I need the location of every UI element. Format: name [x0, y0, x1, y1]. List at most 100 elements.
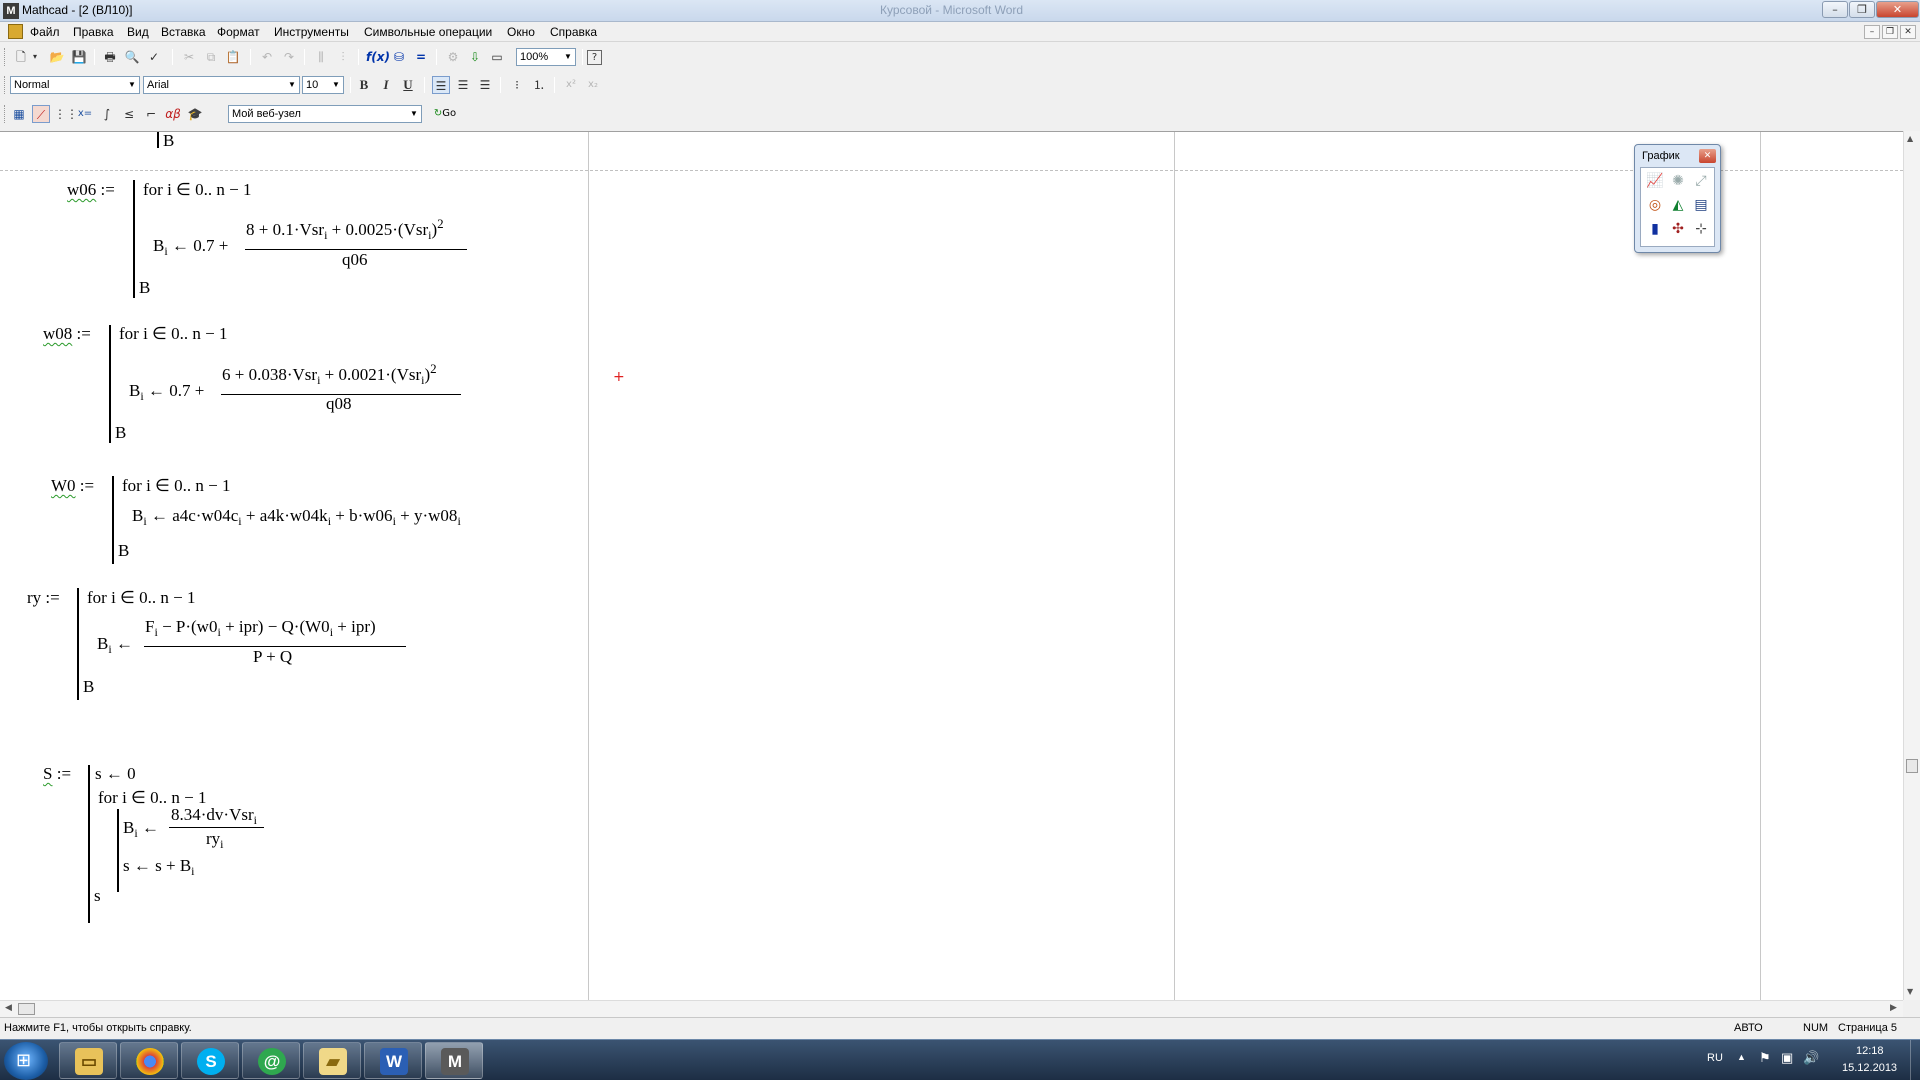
help-icon[interactable]: ?: [587, 50, 602, 65]
symbolic-palette-icon[interactable]: 🎓: [186, 105, 204, 123]
doc-restore-button[interactable]: ❐: [1882, 25, 1898, 39]
toolbar-grip[interactable]: [4, 76, 7, 94]
align-left-icon[interactable]: ☰: [432, 76, 450, 94]
horizontal-scroll-thumb[interactable]: [18, 1003, 35, 1015]
insert-function-icon[interactable]: f(x): [366, 48, 390, 66]
calculus-palette-icon[interactable]: ∫: [98, 105, 116, 123]
new-icon[interactable]: 🗋: [12, 48, 30, 66]
menu-help[interactable]: Справка: [550, 25, 597, 39]
menu-tools[interactable]: Инструменты: [274, 25, 349, 39]
language-indicator[interactable]: RU: [1707, 1052, 1723, 1064]
horizontal-scrollbar[interactable]: ◀ ▶: [0, 1000, 1903, 1017]
menu-symbolics[interactable]: Символьные операции: [364, 25, 492, 39]
insert-region-icon[interactable]: ▭: [488, 48, 506, 66]
font-size-combo[interactable]: 10 ▼: [302, 76, 344, 94]
taskbar-mail-agent[interactable]: @: [242, 1042, 300, 1079]
boolean-palette-icon[interactable]: ≤: [120, 105, 138, 123]
menu-view[interactable]: Вид: [127, 25, 149, 39]
menu-edit[interactable]: Правка: [73, 25, 114, 39]
web-address-combo[interactable]: Мой веб-узел ▼: [228, 105, 422, 123]
close-button[interactable]: ✕: [1876, 1, 1919, 18]
restore-button[interactable]: ❐: [1849, 1, 1875, 18]
tray-date[interactable]: 15.12.2013: [1842, 1062, 1897, 1074]
polar-graph-icon[interactable]: ◎: [1646, 196, 1664, 214]
scatter-plot-icon[interactable]: ✣: [1669, 220, 1687, 238]
xy-plot-icon[interactable]: 📈: [1646, 172, 1664, 190]
scroll-right-icon[interactable]: ▶: [1890, 1003, 1897, 1013]
bold-button[interactable]: B: [355, 76, 373, 94]
menu-format[interactable]: Формат: [217, 25, 260, 39]
menu-file[interactable]: Файл: [30, 25, 60, 39]
minimize-button[interactable]: –: [1822, 1, 1848, 18]
taskbar-explorer-pinned[interactable]: ▭: [59, 1042, 117, 1079]
matrix-palette-icon[interactable]: ⋮⋮: [54, 105, 78, 123]
numbering-icon[interactable]: ⒈: [530, 76, 548, 94]
print-preview-icon[interactable]: 🔍: [123, 48, 141, 66]
doc-close-button[interactable]: ✕: [1900, 25, 1916, 39]
underline-button[interactable]: U: [399, 76, 417, 94]
align-center-icon[interactable]: ☰: [454, 76, 472, 94]
volume-icon[interactable]: 🔊: [1803, 1050, 1819, 1066]
programming-palette-icon[interactable]: ⌐: [142, 105, 160, 123]
subscript-icon[interactable]: x₂: [584, 76, 602, 94]
taskbar-windows-explorer[interactable]: ▰: [303, 1042, 361, 1079]
worksheet[interactable]: B w06 := for i ∈ 0.. n − 1 Bi ← 0.7 + 8 …: [0, 131, 1903, 1000]
spell-check-icon[interactable]: ✓: [145, 48, 163, 66]
cut-icon[interactable]: ✂: [180, 48, 198, 66]
graph-palette[interactable]: График ✕ 📈 ✺ ⤢ ◎ ◭ ▤ ▮ ✣ ⊹: [1634, 144, 1721, 253]
menu-window[interactable]: Окно: [507, 25, 535, 39]
calculate-icon[interactable]: =: [412, 48, 430, 66]
vector-field-icon[interactable]: ⊹: [1692, 220, 1710, 238]
document-icon[interactable]: [8, 24, 23, 39]
graph-palette-icon[interactable]: ⟋: [32, 105, 50, 123]
action-center-flag-icon[interactable]: ⚑: [1759, 1050, 1771, 1066]
zoom-plot-icon[interactable]: ⤢: [1692, 172, 1710, 190]
doc-minimize-button[interactable]: –: [1864, 25, 1880, 39]
copy-icon[interactable]: ⧉: [202, 48, 220, 66]
align-across-icon[interactable]: ⫼: [312, 48, 330, 66]
taskbar-word[interactable]: W: [364, 1042, 422, 1079]
taskbar-chrome[interactable]: [120, 1042, 178, 1079]
save-icon[interactable]: 💾: [70, 48, 88, 66]
start-button[interactable]: ⊞: [4, 1042, 48, 1080]
evaluation-palette-icon[interactable]: x=: [76, 105, 94, 123]
calculator-palette-icon[interactable]: ▦: [10, 105, 28, 123]
font-combo[interactable]: Arial ▼: [143, 76, 300, 94]
graph-palette-close-button[interactable]: ✕: [1699, 149, 1716, 163]
new-dropdown-icon[interactable]: ▾: [30, 48, 40, 66]
italic-button[interactable]: I: [377, 76, 395, 94]
taskbar-skype[interactable]: S: [181, 1042, 239, 1079]
undo-icon[interactable]: ↶: [258, 48, 276, 66]
menu-insert[interactable]: Вставка: [161, 25, 206, 39]
network-icon[interactable]: ▣: [1781, 1050, 1793, 1066]
polar-plot-icon[interactable]: ✺: [1669, 172, 1687, 190]
bullets-icon[interactable]: ⁝: [508, 76, 526, 94]
paste-icon[interactable]: 📋: [224, 48, 242, 66]
vertical-scrollbar[interactable]: ▲ ▼: [1903, 131, 1920, 1000]
scroll-down-icon[interactable]: ▼: [1907, 987, 1913, 996]
insert-unit-icon[interactable]: ⛁: [390, 48, 408, 66]
taskbar-mathcad-active[interactable]: M: [425, 1042, 483, 1079]
scroll-left-icon[interactable]: ◀: [5, 1003, 12, 1013]
resource-center-icon[interactable]: ⇩: [466, 48, 484, 66]
align-down-icon[interactable]: ⫶: [334, 48, 352, 66]
vertical-scroll-thumb[interactable]: [1906, 759, 1918, 773]
show-hidden-icons-icon[interactable]: ▲: [1737, 1052, 1746, 1062]
toolbar-grip[interactable]: [4, 48, 7, 66]
print-icon[interactable]: 🖶: [101, 48, 119, 66]
bar-plot-3d-icon[interactable]: ▮: [1646, 220, 1664, 238]
surface-plot-icon[interactable]: ◭: [1669, 196, 1687, 214]
toolbar-grip[interactable]: [4, 105, 7, 123]
greek-palette-icon[interactable]: αβ: [164, 105, 182, 123]
zoom-combo[interactable]: 100% ▼: [516, 48, 576, 66]
go-button[interactable]: ↻Go: [428, 105, 462, 123]
scroll-up-icon[interactable]: ▲: [1907, 134, 1913, 143]
mathcad-app-icon[interactable]: M: [3, 3, 19, 19]
align-right-icon[interactable]: ☰: [476, 76, 494, 94]
insert-component-icon[interactable]: ⚙: [444, 48, 462, 66]
redo-icon[interactable]: ↷: [280, 48, 298, 66]
tray-time[interactable]: 12:18: [1856, 1045, 1884, 1057]
show-desktop-button[interactable]: [1910, 1040, 1920, 1080]
superscript-icon[interactable]: x²: [562, 76, 580, 94]
contour-plot-icon[interactable]: ▤: [1692, 196, 1710, 214]
